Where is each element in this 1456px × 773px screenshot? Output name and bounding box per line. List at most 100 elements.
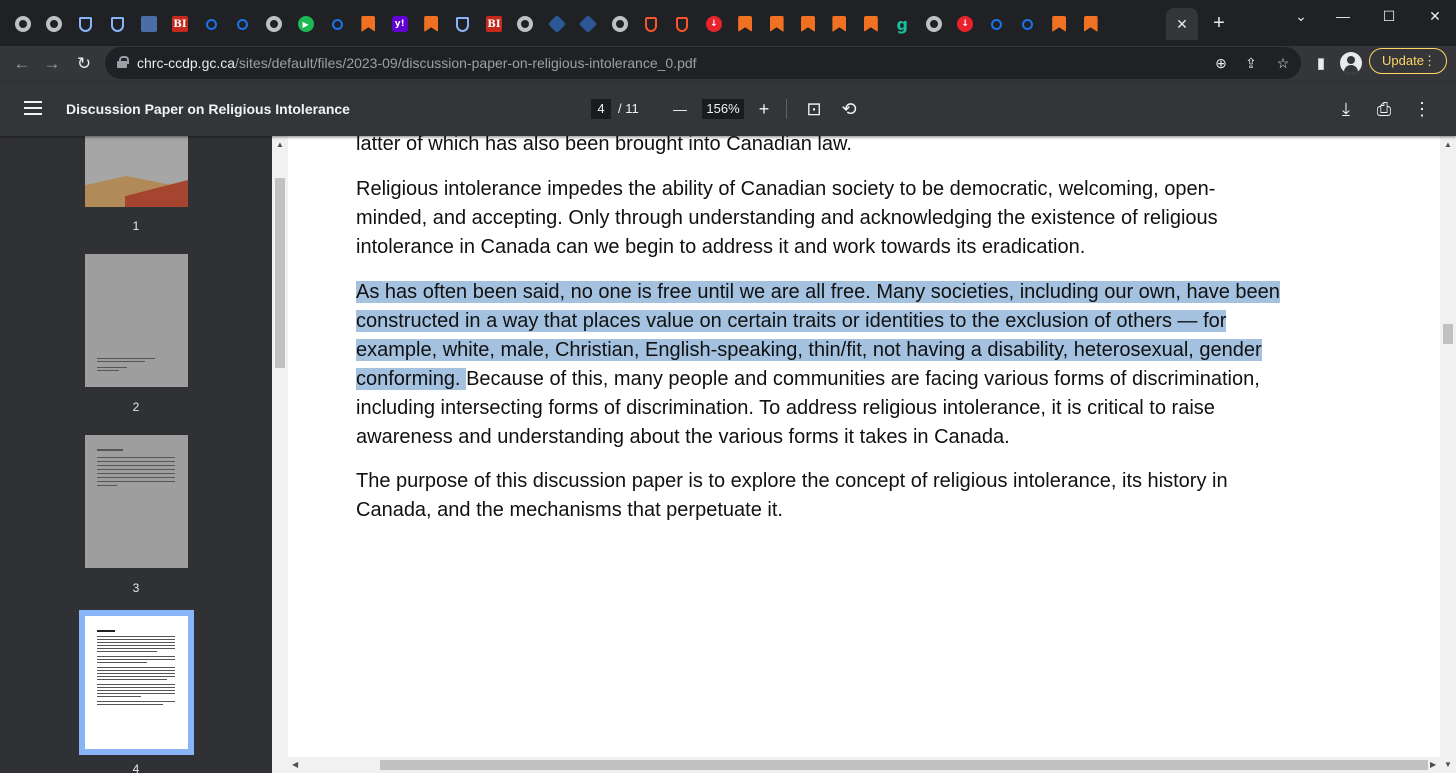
bi-icon: BI: [486, 16, 502, 32]
scroll-right-arrow-icon[interactable]: ▶: [1430, 760, 1436, 769]
thumbnail-sidebar: 1 2 3 4: [0, 136, 272, 773]
selected-text[interactable]: As has often been said, no one is free u…: [356, 281, 1280, 303]
browser-tab[interactable]: [136, 11, 162, 37]
browser-tab[interactable]: BI: [481, 11, 507, 37]
paragraph-continuation: latter of which has also been brought in…: [356, 136, 1296, 159]
right-scrollbar-thumb[interactable]: [1443, 324, 1453, 344]
new-tab-button[interactable]: +: [1208, 12, 1230, 34]
browser-tab[interactable]: [512, 11, 538, 37]
browser-tab[interactable]: [418, 11, 444, 37]
left-scrollbar-thumb[interactable]: [275, 178, 285, 368]
tab-search-icon[interactable]: ⌄: [1286, 6, 1316, 26]
browser-tab[interactable]: [41, 11, 67, 37]
side-panel-icon[interactable]: ▮: [1309, 52, 1333, 76]
search-icon: [1022, 18, 1034, 30]
profile-avatar[interactable]: [1340, 52, 1362, 74]
browser-tab[interactable]: y!: [387, 11, 413, 37]
browser-tab[interactable]: [983, 11, 1009, 37]
reload-button[interactable]: ↻: [72, 52, 96, 76]
minimize-button[interactable]: —: [1328, 6, 1358, 26]
close-tab-icon[interactable]: ✕: [1176, 16, 1188, 33]
print-icon[interactable]: ⎙: [1372, 97, 1396, 121]
browser-tab[interactable]: [921, 11, 947, 37]
browser-tab[interactable]: [638, 11, 664, 37]
horizontal-scrollbar[interactable]: ◀ ▶: [272, 757, 1440, 773]
browser-tab[interactable]: [607, 11, 633, 37]
page-number-input[interactable]: 4: [591, 99, 611, 119]
browser-tab[interactable]: [450, 11, 476, 37]
zoom-in-button[interactable]: +: [752, 97, 776, 121]
right-scrollbar[interactable]: ▲ ▼: [1440, 136, 1456, 773]
browser-tab[interactable]: [575, 11, 601, 37]
fit-page-icon[interactable]: ⊡: [802, 97, 826, 121]
browser-tab[interactable]: [544, 11, 570, 37]
browser-tab[interactable]: BI: [167, 11, 193, 37]
horizontal-scrollbar-thumb[interactable]: [380, 760, 1428, 770]
browser-tab[interactable]: [261, 11, 287, 37]
browser-tab[interactable]: ↓: [952, 11, 978, 37]
browser-tab[interactable]: ↓: [701, 11, 727, 37]
more-actions-icon[interactable]: ⋮: [1410, 97, 1434, 121]
selected-text[interactable]: constructed in a way that places value o…: [356, 310, 1227, 332]
browser-tab[interactable]: [764, 11, 790, 37]
pdf-viewer: ▲ ▼ latter of which has also been brough…: [272, 136, 1456, 773]
browser-tab[interactable]: [355, 11, 381, 37]
browser-tab[interactable]: [198, 11, 224, 37]
scroll-up-arrow-icon[interactable]: ▲: [1444, 140, 1452, 149]
browser-tab[interactable]: g: [889, 11, 915, 37]
thumbnail-label-2: 2: [132, 400, 140, 414]
zoom-out-button[interactable]: —: [668, 97, 692, 121]
browser-tab[interactable]: [826, 11, 852, 37]
globe-icon: [46, 16, 63, 32]
browser-tab[interactable]: [732, 11, 758, 37]
scroll-up-arrow-icon[interactable]: ▲: [276, 140, 284, 149]
bookmark-icon: [738, 16, 753, 32]
browser-tab[interactable]: [858, 11, 884, 37]
browser-tab[interactable]: [324, 11, 350, 37]
thumbnail-page-3[interactable]: [85, 435, 188, 568]
selected-text[interactable]: conforming.: [356, 368, 467, 390]
browser-tab[interactable]: [1015, 11, 1041, 37]
maximize-button[interactable]: ☐: [1374, 6, 1404, 26]
share-icon[interactable]: ⇪: [1241, 53, 1261, 73]
update-button[interactable]: Update ⋮: [1369, 48, 1447, 74]
back-button[interactable]: ←: [10, 52, 34, 76]
g-icon: g: [896, 14, 908, 34]
globe-icon: [517, 16, 534, 32]
zoom-icon[interactable]: ⊕: [1211, 53, 1231, 73]
left-scrollbar[interactable]: ▲ ▼: [272, 136, 288, 773]
url-text[interactable]: chrc-ccdp.gc.ca/sites/default/files/2023…: [137, 55, 697, 71]
browser-tab[interactable]: [1078, 11, 1104, 37]
sidebar-toggle-icon[interactable]: [24, 101, 42, 115]
browser-tab[interactable]: [230, 11, 256, 37]
browser-tab[interactable]: ▶: [293, 11, 319, 37]
lock-icon[interactable]: [117, 56, 129, 68]
bookmark-icon: [361, 16, 376, 32]
bookmark-icon: [801, 16, 815, 32]
browser-tab[interactable]: [669, 11, 695, 37]
paragraph-3: The purpose of this discussion paper is …: [356, 467, 1296, 525]
brave-icon: [645, 16, 657, 32]
toolbar-divider: [786, 99, 787, 119]
thumbnail-page-2[interactable]: [85, 254, 188, 387]
address-bar[interactable]: chrc-ccdp.gc.ca/sites/default/files/2023…: [105, 47, 1301, 79]
forward-button[interactable]: →: [40, 52, 64, 76]
browser-tab[interactable]: [795, 11, 821, 37]
download-icon[interactable]: ⤓: [1334, 97, 1358, 121]
browser-tab[interactable]: [1046, 11, 1072, 37]
browser-tab[interactable]: [73, 11, 99, 37]
close-window-button[interactable]: ✕: [1420, 6, 1450, 26]
rotate-icon[interactable]: ⟲: [837, 97, 861, 121]
scroll-left-arrow-icon[interactable]: ◀: [292, 760, 298, 769]
browser-tab[interactable]: [104, 11, 130, 37]
thumbnail-page-4[interactable]: [85, 616, 188, 749]
selected-text[interactable]: example, white, male, Christian, English…: [356, 339, 1262, 361]
scroll-down-arrow-icon[interactable]: ▼: [1444, 760, 1452, 769]
thumbnail-page-1[interactable]: [85, 136, 188, 207]
bookmark-star-icon[interactable]: ☆: [1273, 53, 1293, 73]
active-tab[interactable]: ✕: [1166, 8, 1198, 40]
yahoo-icon: y!: [391, 16, 408, 32]
zoom-input[interactable]: 156%: [702, 99, 744, 119]
globe-icon: [925, 16, 942, 32]
browser-tab[interactable]: [10, 11, 36, 37]
